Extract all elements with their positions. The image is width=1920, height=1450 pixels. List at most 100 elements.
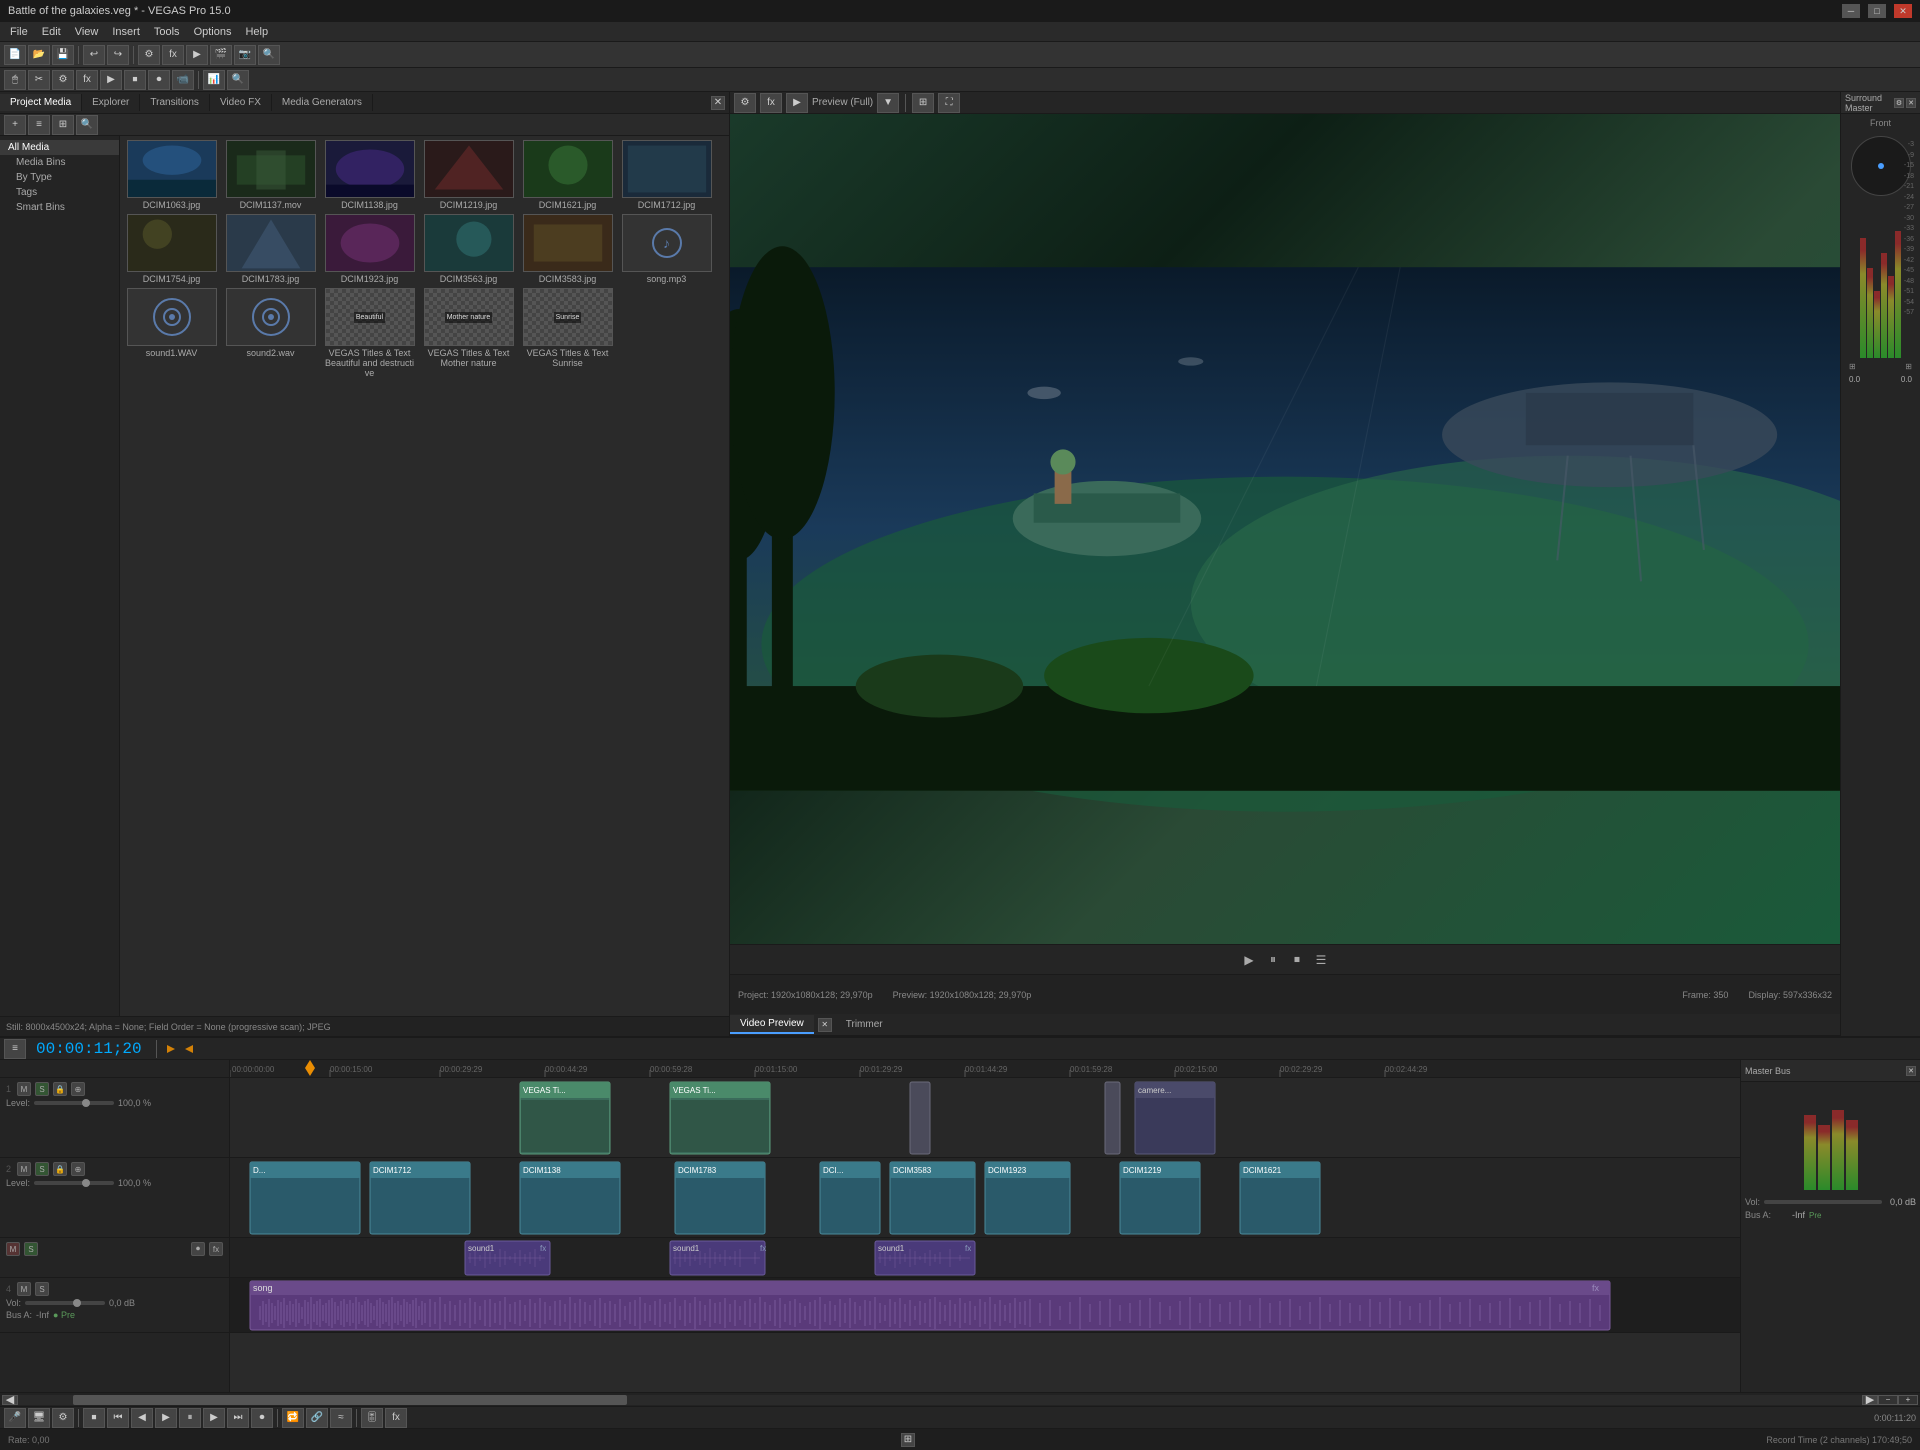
media-item-dcim1137[interactable]: DCIM1137.mov <box>223 140 318 210</box>
pb-record[interactable]: ⏺ <box>251 1408 273 1428</box>
panel-close-btn[interactable]: ✕ <box>711 96 725 110</box>
media-import-btn[interactable]: + <box>4 115 26 135</box>
master-vol-fader[interactable] <box>1764 1200 1882 1204</box>
track-2-mute[interactable]: M <box>17 1162 31 1176</box>
audio-1-solo[interactable]: S <box>24 1242 38 1256</box>
pb-monitor[interactable]: 🖥 <box>28 1408 50 1428</box>
song-solo[interactable]: S <box>35 1282 49 1296</box>
media-item-dcim3563[interactable]: DCIM3563.jpg <box>421 214 516 284</box>
tab-trimmer[interactable]: Trimmer <box>836 1016 893 1033</box>
pb-ripple[interactable]: ≈ <box>330 1408 352 1428</box>
media-item-title1[interactable]: Beautiful VEGAS Titles & TextBeautiful a… <box>322 288 417 378</box>
preview-stop[interactable]: ⏹ <box>1287 951 1307 969</box>
tb2-capture[interactable]: 📹 <box>172 70 194 90</box>
media-item-title2[interactable]: Mother nature VEGAS Titles & TextMother … <box>421 288 516 378</box>
menu-options[interactable]: Options <box>188 24 238 40</box>
tab-explorer[interactable]: Explorer <box>82 94 140 111</box>
track-2-solo[interactable]: S <box>35 1162 49 1176</box>
status-btn[interactable]: ⊞ <box>901 1433 915 1447</box>
save-btn[interactable]: 💾 <box>52 45 74 65</box>
scroll-right[interactable]: ▶ <box>1862 1395 1878 1405</box>
media-item-sound1[interactable]: sound1.WAV <box>124 288 219 378</box>
video-preview-close[interactable]: ✕ <box>818 1018 832 1032</box>
render-btn[interactable]: 🎬 <box>210 45 232 65</box>
preview-view-btn[interactable]: ⊞ <box>912 93 934 113</box>
zoom-btn[interactable]: 🔍 <box>258 45 280 65</box>
audio-1-arm[interactable]: ⏺ <box>191 1242 205 1256</box>
pb-pause[interactable]: ⏸ <box>179 1408 201 1428</box>
tree-smart-bins[interactable]: Smart Bins <box>0 200 119 215</box>
scroll-track[interactable] <box>18 1395 1862 1405</box>
track-2-lock[interactable]: 🔒 <box>53 1162 67 1176</box>
preview-loop[interactable]: ☰ <box>1311 951 1331 969</box>
media-item-sound2[interactable]: sound2.wav <box>223 288 318 378</box>
tl-expand[interactable]: ≡ <box>4 1039 26 1059</box>
settings-btn[interactable]: ⚙ <box>138 45 160 65</box>
tb2-play[interactable]: ▶ <box>100 70 122 90</box>
scroll-zoom-in[interactable]: + <box>1898 1395 1918 1405</box>
preview-settings[interactable]: ⚙ <box>734 93 756 113</box>
media-item-song[interactable]: ♪ song.mp3 <box>619 214 714 284</box>
tree-by-type[interactable]: By Type <box>0 170 119 185</box>
close-btn[interactable]: ✕ <box>1894 4 1912 18</box>
tb2-zoom[interactable]: 🔍 <box>227 70 249 90</box>
pb-settings[interactable]: ⚙ <box>52 1408 74 1428</box>
pb-snap[interactable]: 🔗 <box>306 1408 328 1428</box>
menu-insert[interactable]: Insert <box>106 24 146 40</box>
media-view-btn[interactable]: ≡ <box>28 115 50 135</box>
scroll-left[interactable]: ◀ <box>2 1395 18 1405</box>
pb-mic[interactable]: 🎤 <box>4 1408 26 1428</box>
preview-full-btn[interactable]: ⛶ <box>938 93 960 113</box>
minimize-btn[interactable]: ─ <box>1842 4 1860 18</box>
surround-close[interactable]: ✕ <box>1906 98 1916 108</box>
tab-project-media[interactable]: Project Media <box>0 94 82 111</box>
pb-prev-frame[interactable]: ◀ <box>131 1408 153 1428</box>
preview-mode-btn[interactable]: ▶ <box>786 93 808 113</box>
media-item-title3[interactable]: Sunrise VEGAS Titles & TextSunrise <box>520 288 615 378</box>
open-btn[interactable]: 📂 <box>28 45 50 65</box>
menu-help[interactable]: Help <box>239 24 274 40</box>
media-item-dcim3583[interactable]: DCIM3583.jpg <box>520 214 615 284</box>
new-btn[interactable]: 📄 <box>4 45 26 65</box>
audio-1-fx[interactable]: fx <box>209 1242 223 1256</box>
track-1-solo[interactable]: S <box>35 1082 49 1096</box>
track-1-lock[interactable]: 🔒 <box>53 1082 67 1096</box>
pb-stop[interactable]: ⏹ <box>83 1408 105 1428</box>
track-2-fader[interactable] <box>34 1181 114 1185</box>
media-item-dcim1783[interactable]: DCIM1783.jpg <box>223 214 318 284</box>
timeline-scrollbar[interactable]: ◀ ▶ − + <box>0 1392 1920 1406</box>
maximize-btn[interactable]: □ <box>1868 4 1886 18</box>
preview-play[interactable]: ▶ <box>1239 951 1259 969</box>
tree-tags[interactable]: Tags <box>0 185 119 200</box>
media-item-dcim1923[interactable]: DCIM1923.jpg <box>322 214 417 284</box>
scroll-zoom-out[interactable]: − <box>1878 1395 1898 1405</box>
timeline-tracks[interactable]: 00:00:00:00 00:00:15:00 00:00:29:29 00:0… <box>230 1060 1740 1392</box>
tb2-view[interactable]: 📊 <box>203 70 225 90</box>
capture-btn[interactable]: 📷 <box>234 45 256 65</box>
track-2-composite[interactable]: ⊕ <box>71 1162 85 1176</box>
tb2-btn4[interactable]: fx <box>76 70 98 90</box>
script-btn[interactable]: fx <box>162 45 184 65</box>
surround-settings[interactable]: ⚙ <box>1894 98 1904 108</box>
media-item-dcim1754[interactable]: DCIM1754.jpg <box>124 214 219 284</box>
track-1-composite[interactable]: ⊕ <box>71 1082 85 1096</box>
menu-view[interactable]: View <box>69 24 105 40</box>
menu-tools[interactable]: Tools <box>148 24 186 40</box>
tab-video-preview[interactable]: Video Preview <box>730 1015 814 1034</box>
preview-pause[interactable]: ⏸ <box>1263 951 1283 969</box>
pb-loop[interactable]: 🔁 <box>282 1408 304 1428</box>
preview-mode-dropdown[interactable]: ▼ <box>877 93 899 113</box>
song-mute[interactable]: M <box>17 1282 31 1296</box>
tab-video-fx[interactable]: Video FX <box>210 94 272 111</box>
pb-home[interactable]: ⏮ <box>107 1408 129 1428</box>
pb-fx[interactable]: fx <box>385 1408 407 1428</box>
tree-media-bins[interactable]: Media Bins <box>0 155 119 170</box>
preview-fx[interactable]: fx <box>760 93 782 113</box>
track-1-fader[interactable] <box>34 1101 114 1105</box>
tb2-rec[interactable]: ⏺ <box>148 70 170 90</box>
pb-next-frame[interactable]: ▶ <box>203 1408 225 1428</box>
menu-edit[interactable]: Edit <box>36 24 67 40</box>
media-item-dcim1219[interactable]: DCIM1219.jpg <box>421 140 516 210</box>
scroll-thumb[interactable] <box>73 1395 626 1405</box>
tb2-btn1[interactable]: 🖱 <box>4 70 26 90</box>
